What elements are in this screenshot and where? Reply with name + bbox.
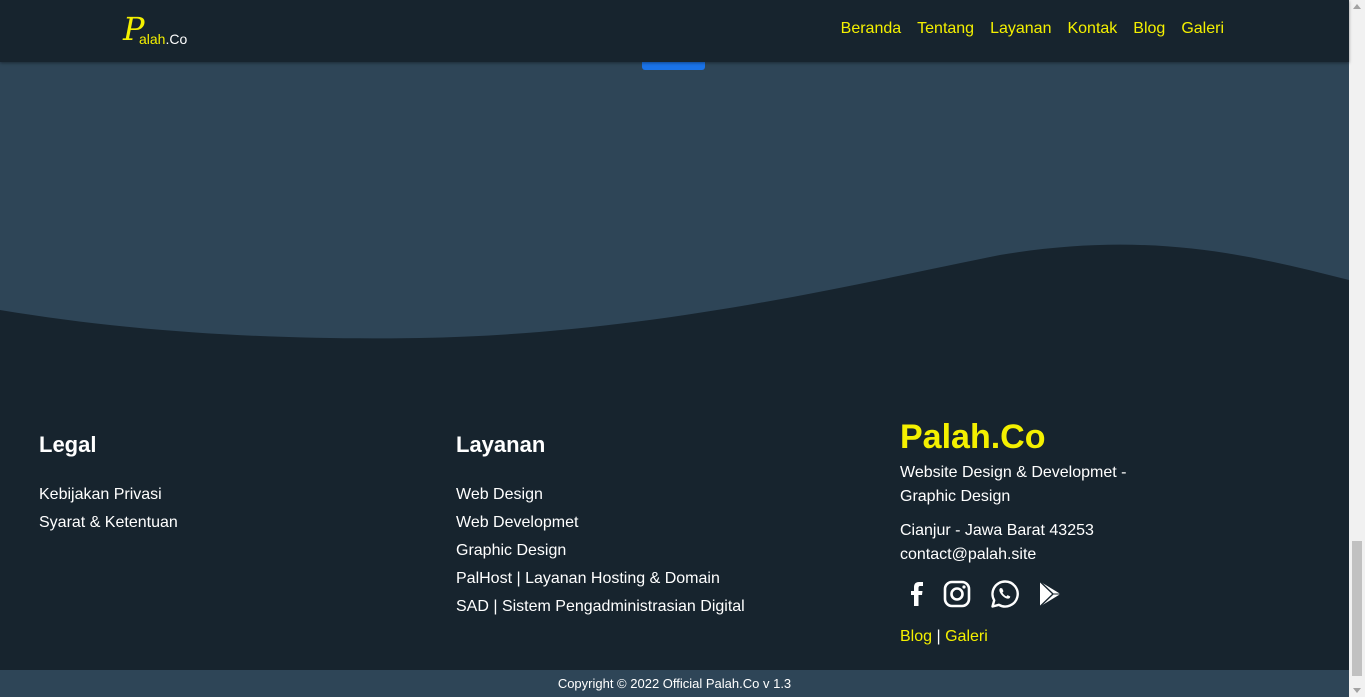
whatsapp-icon[interactable] bbox=[989, 578, 1021, 610]
wave-divider bbox=[0, 244, 1349, 390]
link-kebijakan-privasi[interactable]: Kebijakan Privasi bbox=[39, 486, 162, 504]
link-palhost[interactable]: PalHost | Layanan Hosting & Domain bbox=[456, 570, 720, 588]
scroll-up-arrow-icon[interactable] bbox=[1353, 4, 1361, 9]
nav-links: Beranda Tentang Layanan Kontak Blog Gale… bbox=[841, 20, 1224, 38]
link-web-developmet[interactable]: Web Developmet bbox=[456, 514, 578, 532]
brand-tagline-1: Website Design & Developmet - bbox=[900, 464, 1127, 481]
logo-text-suffix: .Co bbox=[165, 31, 188, 47]
instagram-icon[interactable] bbox=[941, 578, 973, 610]
layanan-heading: Layanan bbox=[456, 432, 546, 457]
scrollbar-thumb[interactable] bbox=[1352, 541, 1362, 676]
brand-bottom-links: Blog | Galeri bbox=[900, 628, 988, 646]
link-graphic-design[interactable]: Graphic Design bbox=[456, 542, 566, 560]
link-web-design[interactable]: Web Design bbox=[456, 486, 543, 504]
logo-text: alah.Co bbox=[139, 31, 187, 47]
logo[interactable]: P alah.Co bbox=[123, 10, 193, 52]
brand-link-galeri[interactable]: Galeri bbox=[945, 628, 988, 645]
nav-link-tentang[interactable]: Tentang bbox=[917, 20, 974, 38]
google-play-icon[interactable] bbox=[1034, 578, 1066, 610]
nav-link-layanan[interactable]: Layanan bbox=[990, 20, 1051, 38]
brand-link-blog[interactable]: Blog bbox=[900, 628, 932, 645]
brand-tagline-2: Graphic Design bbox=[900, 488, 1011, 505]
copyright-bar: Copyright © 2022 Official Palah.Co v 1.3 bbox=[0, 670, 1349, 697]
footer: Legal Kebijakan Privasi Syarat & Ketentu… bbox=[0, 382, 1349, 670]
link-syarat-ketentuan[interactable]: Syarat & Ketentuan bbox=[39, 514, 178, 532]
social-icons bbox=[900, 578, 1080, 610]
partial-button[interactable] bbox=[642, 62, 705, 70]
scrollbar[interactable] bbox=[1349, 0, 1365, 697]
brand-email[interactable]: contact@palah.site bbox=[900, 543, 1036, 567]
logo-text-main: alah bbox=[139, 31, 166, 47]
facebook-icon[interactable] bbox=[902, 578, 934, 610]
nav-link-kontak[interactable]: Kontak bbox=[1067, 20, 1117, 38]
scroll-down-arrow-icon[interactable] bbox=[1353, 688, 1361, 693]
nav-link-galeri[interactable]: Galeri bbox=[1181, 20, 1224, 38]
nav-link-beranda[interactable]: Beranda bbox=[841, 20, 902, 38]
brand-name: Palah.Co bbox=[900, 418, 1046, 456]
nav-link-blog[interactable]: Blog bbox=[1133, 20, 1165, 38]
brand-link-separator: | bbox=[936, 628, 941, 645]
legal-heading: Legal bbox=[39, 432, 97, 457]
link-sad[interactable]: SAD | Sistem Pengadministrasian Digital bbox=[456, 598, 745, 616]
brand-address: Cianjur - Jawa Barat 43253 bbox=[900, 522, 1094, 539]
top-navbar: P alah.Co Beranda Tentang Layanan Kontak… bbox=[0, 0, 1349, 62]
